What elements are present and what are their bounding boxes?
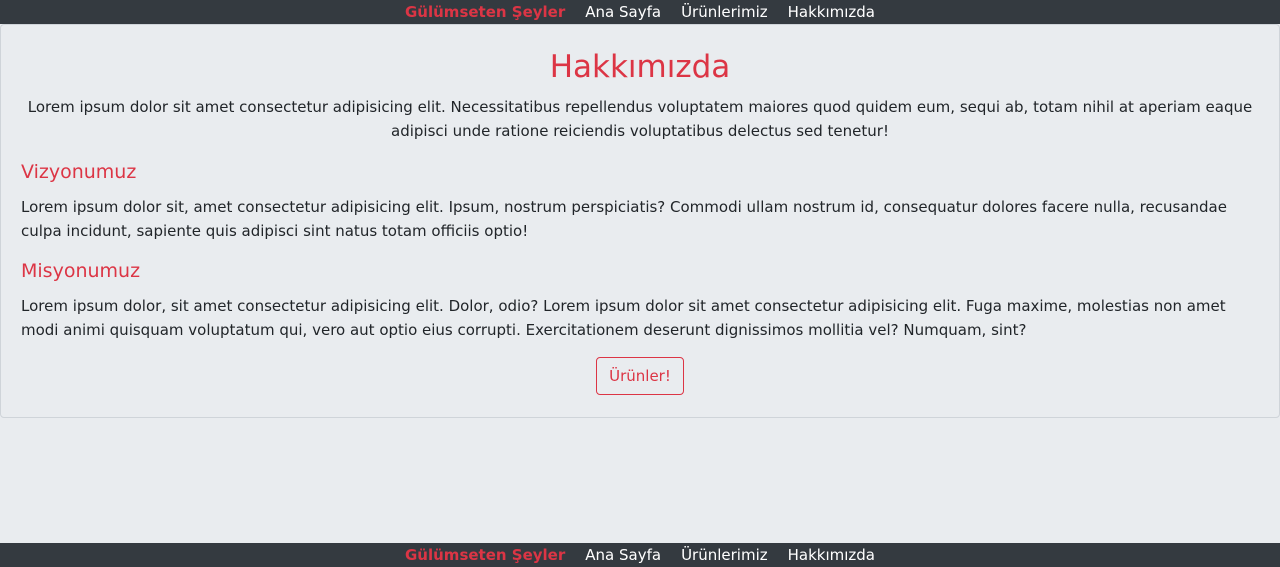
footer-nav-link-home[interactable]: Ana Sayfa	[585, 543, 661, 567]
vision-heading: Vizyonumuz	[21, 161, 137, 183]
mission-text: Lorem ipsum dolor, sit amet consectetur …	[21, 297, 1226, 339]
bottom-navbar: Gülümseten Şeyler Ana Sayfa Ürünlerimiz …	[0, 543, 1280, 567]
vision-text: Lorem ipsum dolor sit, amet consectetur …	[21, 198, 1227, 240]
page-title: Hakkımızda	[549, 49, 731, 85]
nav-link-products[interactable]: Ürünlerimiz	[681, 0, 768, 24]
bottom-navbar-items: Gülümseten Şeyler Ana Sayfa Ürünlerimiz …	[405, 543, 875, 567]
button-container: Ürünler!	[21, 357, 1259, 395]
top-navbar-items: Gülümseten Şeyler Ana Sayfa Ürünlerimiz …	[405, 0, 875, 24]
products-button[interactable]: Ürünler!	[596, 357, 684, 395]
about-jumbotron: Hakkımızda Lorem ipsum dolor sit amet co…	[0, 24, 1280, 418]
footer-nav-link-about[interactable]: Hakkımızda	[788, 543, 875, 567]
top-navbar: Gülümseten Şeyler Ana Sayfa Ürünlerimiz …	[0, 0, 1280, 24]
nav-link-home[interactable]: Ana Sayfa	[585, 0, 661, 24]
footer-brand-link[interactable]: Gülümseten Şeyler	[405, 543, 565, 567]
footer-nav-link-products[interactable]: Ürünlerimiz	[681, 543, 768, 567]
brand-link[interactable]: Gülümseten Şeyler	[405, 0, 565, 24]
intro-text: Lorem ipsum dolor sit amet consectetur a…	[27, 98, 1253, 140]
nav-link-about[interactable]: Hakkımızda	[788, 0, 875, 24]
mission-heading: Misyonumuz	[21, 260, 141, 282]
